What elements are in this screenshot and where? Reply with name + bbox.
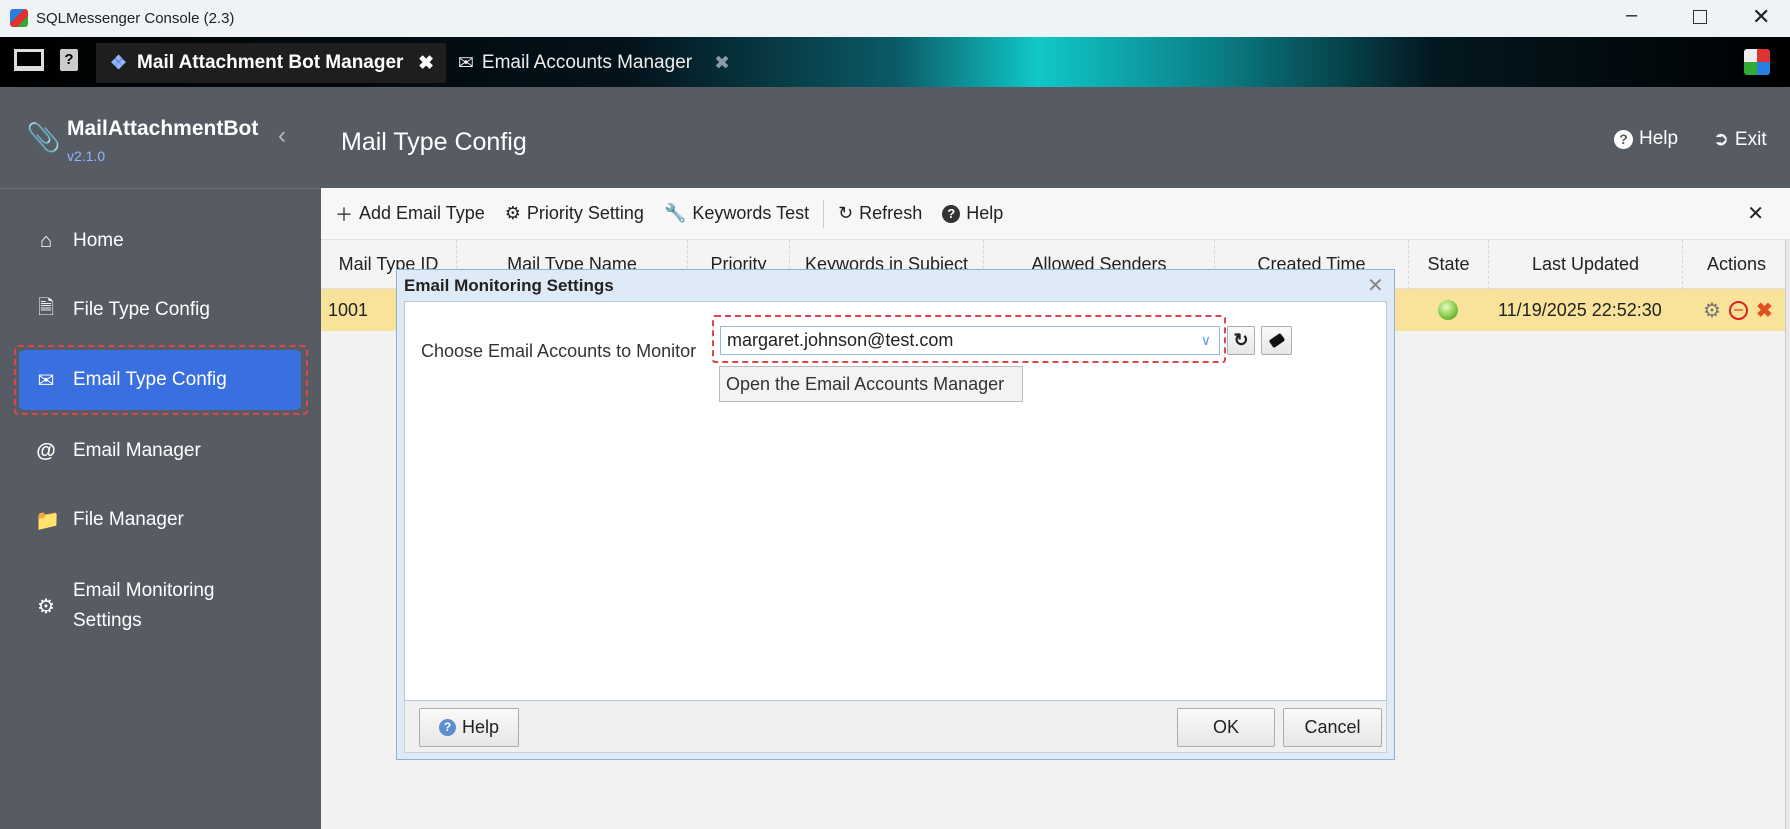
exit-button[interactable]: ➲ Exit — [1713, 128, 1767, 151]
question-circle-icon: ? — [1614, 129, 1633, 149]
tab-mail-attachment-bot-manager[interactable]: ❖ Mail Attachment Bot Manager ✖ — [96, 43, 446, 83]
home-icon: ⌂ — [39, 229, 53, 252]
page-title: Mail Type Config — [341, 128, 527, 156]
cancel-button[interactable]: Cancel — [1283, 708, 1382, 747]
sign-out-icon: ➲ — [1713, 129, 1729, 150]
close-tab-icon[interactable]: ✖ — [418, 52, 434, 75]
clear-selection-button[interactable] — [1261, 326, 1292, 355]
tab-bar: ? ❖ Mail Attachment Bot Manager ✖ ✉ Emai… — [0, 37, 1790, 87]
sidebar-item-email-monitoring-settings[interactable]: ⚙ Email Monitoring Settings — [19, 574, 301, 638]
refresh-button[interactable]: ↻ Refresh — [838, 203, 922, 224]
disable-icon[interactable]: – — [1728, 300, 1748, 320]
dialog-help-button[interactable]: ? Help — [419, 708, 519, 747]
status-dot-icon — [1438, 300, 1458, 320]
app-header: 📎 MailAttachmentBot v2.1.0 ‹ Mail Type C… — [0, 87, 1790, 188]
sidebar-item-file-manager[interactable]: 📁 File Manager — [19, 490, 301, 550]
dialog-close-icon[interactable]: ✕ — [1367, 273, 1384, 298]
tab-label: Email Accounts Manager — [481, 52, 693, 73]
sidebar-item-home[interactable]: ⌂ Home — [19, 211, 301, 271]
envelope-icon: ✉ — [37, 369, 55, 392]
tooltip: Open the Email Accounts Manager — [719, 366, 1023, 402]
actions-cell: ⚙ – ✖ — [1703, 289, 1773, 331]
tab-label: Mail Attachment Bot Manager — [137, 52, 404, 73]
dialog-footer: ? Help OK Cancel — [404, 701, 1387, 753]
app-logo-icon — [10, 9, 28, 27]
at-icon: @ — [36, 439, 56, 462]
monitor-icon[interactable] — [14, 49, 44, 71]
column-header[interactable]: Last Updated — [1489, 240, 1683, 289]
refresh-accounts-button[interactable]: ↻ — [1227, 326, 1255, 355]
collapse-sidebar-icon[interactable]: ‹ — [278, 122, 286, 150]
app-name: MailAttachmentBot — [67, 117, 259, 140]
header-help-button[interactable]: ? Help — [1614, 128, 1678, 150]
app-version: v2.1.0 — [67, 148, 106, 164]
state-cell — [1438, 289, 1458, 331]
plus-icon: ＋ — [335, 204, 353, 225]
settings-gear-icon[interactable]: ⚙ — [1703, 298, 1721, 323]
tab-email-accounts-manager[interactable]: ✉ Email Accounts Manager ✖ — [458, 43, 738, 83]
window-titlebar: SQLMessenger Console (2.3) – ✕ — [0, 0, 1790, 37]
priority-setting-button[interactable]: ⚙ Priority Setting — [505, 203, 644, 224]
maximize-button[interactable] — [1693, 10, 1707, 24]
sidebar-item-email-type-config[interactable]: ✉ Email Type Config — [19, 350, 301, 410]
refresh-icon: ↻ — [838, 203, 854, 223]
close-panel-icon[interactable]: ✕ — [1747, 201, 1764, 226]
window-title: SQLMessenger Console (2.3) — [36, 10, 235, 27]
question-circle-icon: ? — [438, 719, 456, 736]
sidebar-item-email-manager[interactable]: @ Email Manager — [19, 421, 301, 481]
mail-type-id-cell: 1001 — [328, 299, 369, 320]
toolbar: ＋ Add Email Type ⚙ Priority Setting 🔧 Keywo… — [321, 188, 1790, 240]
dialog-title: Email Monitoring Settings — [404, 276, 614, 295]
choose-accounts-label: Choose Email Accounts to Monitor — [421, 341, 697, 361]
paperclip-icon: 📎 — [26, 122, 61, 153]
column-header[interactable]: State — [1409, 240, 1489, 289]
envelope-gear-icon: ✉ — [458, 52, 474, 74]
toolbar-divider — [823, 199, 825, 228]
sidebar: ⌂ Home 🗎 File Type Config ✉ Email Type Conf… — [0, 188, 321, 829]
delete-icon[interactable]: ✖ — [1756, 298, 1773, 323]
wrench-icon: 🔧 — [663, 203, 687, 223]
folder-icon: 📁 — [35, 509, 60, 532]
keywords-test-button[interactable]: 🔧 Keywords Test — [664, 203, 809, 224]
close-button[interactable]: ✕ — [1752, 4, 1770, 30]
gears-icon: ⚙ — [504, 203, 521, 223]
close-tab-icon[interactable]: ✖ — [714, 52, 730, 75]
email-account-select[interactable]: margaret.johnson@test.com ∨ — [720, 326, 1220, 355]
last-updated-cell: 11/19/2025 22:52:30 — [1498, 299, 1662, 320]
eraser-icon — [1268, 332, 1285, 349]
add-email-type-button[interactable]: ＋ Add Email Type — [335, 201, 485, 227]
gear-icon: ⚙ — [37, 595, 55, 618]
app-menu-icon[interactable] — [1744, 49, 1770, 75]
dialog-body: Choose Email Accounts to Monitor margare… — [404, 301, 1387, 701]
vertical-scrollbar[interactable] — [1785, 240, 1790, 829]
minimize-button[interactable]: – — [1626, 4, 1637, 27]
file-code-icon: 🗎 — [37, 297, 55, 319]
column-header[interactable]: Actions — [1683, 240, 1790, 289]
sidebar-item-file-type-config[interactable]: 🗎 File Type Config — [19, 280, 301, 340]
email-monitoring-settings-dialog: Email Monitoring Settings ✕ Choose Email… — [396, 269, 1395, 760]
ok-button[interactable]: OK — [1177, 708, 1275, 747]
help-icon[interactable]: ? — [60, 49, 78, 71]
chevron-down-icon: ∨ — [1200, 332, 1211, 348]
bot-icon: ❖ — [110, 52, 128, 74]
toolbar-help-button[interactable]: ? Help — [942, 203, 1003, 224]
question-circle-icon: ? — [942, 204, 961, 223]
